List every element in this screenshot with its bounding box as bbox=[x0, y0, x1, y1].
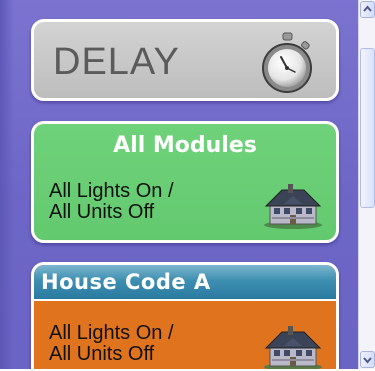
vertical-scrollbar[interactable] bbox=[358, 0, 375, 369]
house-code-a-title: House Code A bbox=[41, 270, 211, 294]
macro-list-panel: DELAY All Modules All Lights On / All Un… bbox=[0, 0, 358, 369]
all-modules-button[interactable]: All Modules All Lights On / All Units Of… bbox=[31, 121, 339, 243]
all-modules-line1: All Lights On / bbox=[49, 180, 174, 202]
chevron-up-icon bbox=[363, 5, 372, 12]
house-icon bbox=[264, 326, 322, 369]
all-modules-title: All Modules bbox=[113, 133, 257, 158]
delay-button[interactable]: DELAY bbox=[31, 19, 339, 101]
all-modules-command: All Lights On / All Units Off bbox=[49, 181, 174, 223]
scrollbar-thumb[interactable] bbox=[360, 48, 375, 208]
house-code-a-command: All Lights On / All Units Off bbox=[49, 323, 174, 365]
house-code-a-button[interactable]: House Code A All Lights On / All Units O… bbox=[31, 262, 339, 369]
house-code-a-line1: All Lights On / bbox=[49, 322, 174, 344]
house-icon bbox=[264, 184, 322, 229]
scroll-down-button[interactable] bbox=[360, 351, 375, 368]
all-modules-line2: All Units Off bbox=[49, 201, 155, 223]
house-code-a-line2: All Units Off bbox=[49, 343, 155, 365]
scroll-up-button[interactable] bbox=[360, 1, 375, 18]
chevron-down-icon bbox=[363, 357, 372, 364]
stopwatch-icon bbox=[262, 32, 312, 93]
delay-label: DELAY bbox=[53, 41, 180, 83]
house-code-a-header: House Code A bbox=[34, 265, 336, 301]
